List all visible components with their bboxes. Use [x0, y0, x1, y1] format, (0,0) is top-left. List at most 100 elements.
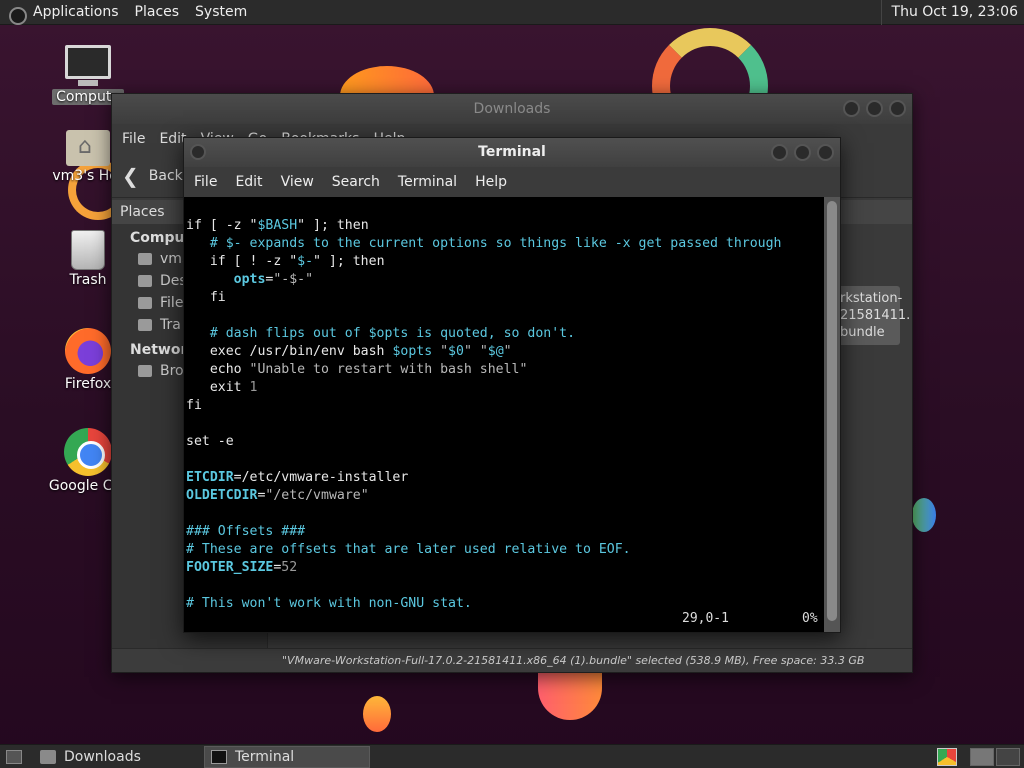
back-button[interactable]: ❮ Back — [122, 164, 183, 188]
file-manager-statusbar: "VMware-Workstation-Full-17.0.2-21581411… — [112, 648, 912, 672]
scrollbar-thumb[interactable] — [827, 201, 837, 621]
taskbar-item-label: Terminal — [235, 749, 295, 765]
file-name-line: bundle — [840, 325, 885, 340]
wallpaper-pill — [912, 498, 936, 532]
system-menu[interactable]: System — [187, 4, 255, 20]
code-token: FOOTER_SIZE — [186, 560, 274, 575]
menu-view[interactable]: View — [281, 174, 314, 190]
terminal-line: opts="-$-" — [186, 271, 826, 289]
computer-icon — [65, 45, 111, 86]
terminal-window: Terminal File Edit View Search Terminal … — [183, 137, 841, 633]
folder-icon — [40, 750, 56, 764]
code-token: $@ — [487, 344, 504, 359]
wallpaper-drop — [363, 696, 391, 732]
trash-icon — [71, 230, 105, 270]
menu-help[interactable]: Help — [475, 174, 507, 190]
code-token: " — [503, 344, 512, 359]
sidebar-item-label: Tra — [160, 317, 181, 333]
minimize-button[interactable] — [771, 144, 788, 161]
window-menu-button[interactable] — [190, 144, 206, 160]
workspace-2[interactable] — [996, 748, 1020, 766]
trash-icon — [138, 319, 152, 331]
terminal-line: if [ ! -z "$-" ]; then — [186, 253, 826, 271]
terminal-scrollbar[interactable] — [824, 197, 840, 632]
code-token: $opts — [392, 344, 433, 359]
taskbar-item-terminal[interactable]: Terminal — [204, 746, 370, 768]
workspace-1[interactable] — [970, 748, 994, 766]
code-token: OLDETCDIR — [186, 488, 258, 503]
code-token: " ]; then — [297, 218, 369, 233]
back-arrow-icon: ❮ — [122, 163, 139, 188]
code-token: "-$-" — [273, 272, 314, 287]
close-button[interactable] — [817, 144, 834, 161]
code-token: fi — [186, 290, 226, 305]
file-name-line: rkstation- — [840, 291, 903, 306]
taskbar-item-label: Downloads — [64, 749, 141, 765]
window-controls — [843, 100, 906, 117]
terminal-titlebar[interactable]: Terminal — [184, 138, 840, 167]
chrome-tray-icon[interactable] — [937, 748, 957, 766]
terminal-line: fi — [186, 289, 826, 307]
code-token: # This won't work with non-GNU stat. — [186, 596, 472, 611]
code-token: 52 — [281, 560, 298, 575]
wallpaper-blob-bottom — [538, 672, 602, 720]
maximize-button[interactable] — [794, 144, 811, 161]
terminal-icon — [211, 750, 227, 764]
workspace-switcher — [970, 748, 1020, 766]
terminal-line: ETCDIR=/etc/vmware-installer — [186, 469, 826, 487]
code-token: # $- expands to the current options so t… — [186, 236, 782, 251]
code-token: if [ ! -z " — [186, 254, 298, 269]
network-icon — [138, 365, 152, 377]
code-token: " " — [463, 344, 488, 359]
window-controls — [771, 144, 834, 161]
terminal-line: set -e — [186, 433, 826, 451]
code-token: "/etc/vmware" — [265, 488, 369, 503]
code-token: ETCDIR — [186, 470, 234, 485]
firefox-icon — [65, 328, 111, 374]
menu-terminal[interactable]: Terminal — [398, 174, 457, 190]
window-title: Terminal — [478, 144, 546, 160]
terminal-lines: if [ -z "$BASH" ]; then # $- expands to … — [186, 217, 826, 613]
terminal-line: fi — [186, 397, 826, 415]
top-panel: Applications Places System Thu Oct 19, 2… — [0, 0, 1024, 25]
code-token: "Unable to restart with bash shell" — [249, 362, 528, 377]
code-token: =/etc/vmware-installer — [233, 470, 409, 485]
show-desktop-icon[interactable] — [6, 750, 22, 764]
file-manager-titlebar[interactable]: Downloads — [112, 94, 912, 124]
code-token: " — [440, 344, 449, 359]
chrome-icon — [64, 428, 112, 476]
desktop-icon — [138, 275, 152, 287]
window-title: Downloads — [473, 101, 551, 117]
code-token: # These are offsets that are later used … — [186, 542, 631, 557]
menu-file[interactable]: File — [122, 131, 153, 147]
applications-menu[interactable]: Applications — [0, 4, 127, 25]
code-token: exec /usr/bin/env bash — [186, 344, 393, 359]
terminal-output[interactable]: if [ -z "$BASH" ]; then # $- expands to … — [184, 197, 826, 632]
close-button[interactable] — [889, 100, 906, 117]
terminal-line: # $- expands to the current options so t… — [186, 235, 826, 253]
bottom-panel: Downloads Terminal — [0, 744, 1024, 768]
code-token: if [ -z " — [186, 218, 258, 233]
taskbar-item-downloads[interactable]: Downloads — [34, 746, 200, 768]
minimize-button[interactable] — [843, 100, 860, 117]
code-token: fi — [186, 398, 202, 413]
terminal-line: ### Offsets ### — [186, 523, 826, 541]
menu-file[interactable]: File — [194, 174, 217, 190]
code-token: exit — [186, 380, 250, 395]
menu-search[interactable]: Search — [332, 174, 380, 190]
clock[interactable]: Thu Oct 19, 23:06 — [880, 0, 1024, 25]
terminal-line: # These are offsets that are later used … — [186, 541, 826, 559]
selected-file[interactable]: rkstation- 21581411. bundle — [836, 286, 910, 345]
terminal-menubar: File Edit View Search Terminal Help — [184, 167, 840, 197]
back-label: Back — [148, 167, 183, 184]
menu-edit[interactable]: Edit — [235, 174, 262, 190]
maximize-button[interactable] — [866, 100, 883, 117]
scroll-percent: 0% — [802, 611, 818, 626]
places-menu[interactable]: Places — [127, 4, 188, 20]
home-icon — [138, 253, 152, 265]
